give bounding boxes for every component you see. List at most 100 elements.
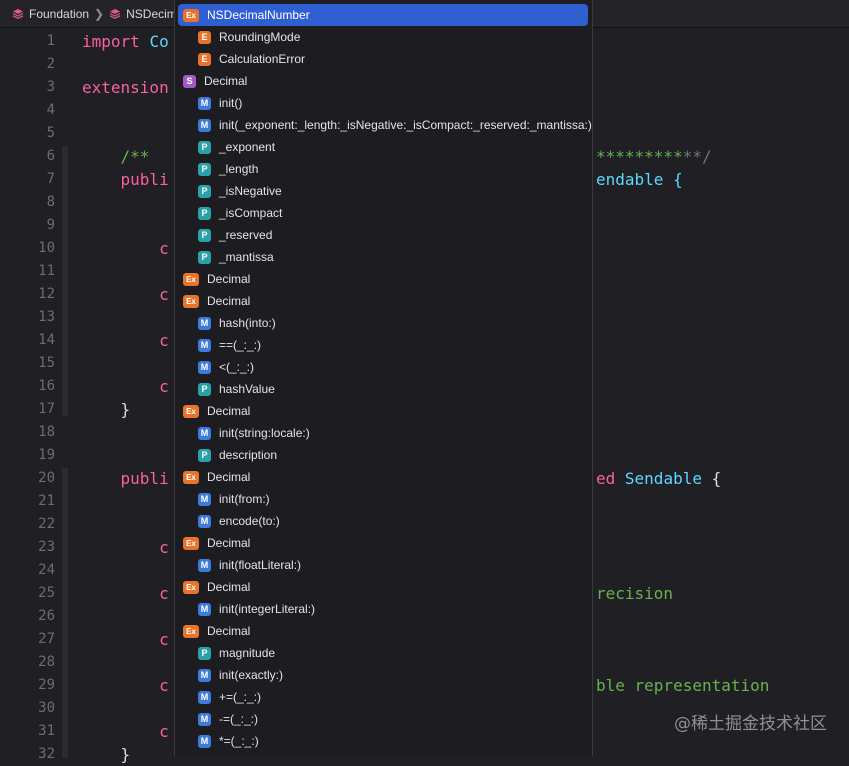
method-icon: M <box>198 668 211 682</box>
completion-label: init() <box>219 96 243 110</box>
line-number: 32 <box>38 746 55 762</box>
completion-item[interactable]: Minit(string:locale:) <box>178 422 588 444</box>
method-icon: M <box>198 338 211 352</box>
completion-item[interactable]: E RoundingMode <box>178 26 588 48</box>
completion-label: ==(_:_:) <box>219 338 262 352</box>
code-token: /** <box>82 147 150 166</box>
completion-item[interactable]: M <(_:_:) <box>178 356 588 378</box>
code-token: publi <box>82 170 169 189</box>
code-text: c <box>82 375 169 398</box>
completion-label: Decimal <box>207 470 251 484</box>
line-number: 27 <box>38 631 55 647</box>
completion-item[interactable]: Ex Decimal <box>178 620 588 642</box>
code-text: publi <box>82 168 169 191</box>
breadcrumb-item-foundation[interactable]: Foundation <box>12 7 89 21</box>
completion-item[interactable]: Minit(floatLiteral:) <box>178 554 588 576</box>
completion-label: description <box>219 448 278 462</box>
completion-label: _length <box>219 162 259 176</box>
completion-item[interactable]: Mhash(into:) <box>178 312 588 334</box>
code-text: c <box>82 582 169 605</box>
code-token: Sendable <box>624 469 702 488</box>
completion-item[interactable]: PhashValue <box>178 378 588 400</box>
extension-icon: Ex <box>183 470 199 484</box>
completion-item[interactable]: E CalculationError <box>178 48 588 70</box>
extension-icon: Ex <box>183 536 199 550</box>
line-number: 23 <box>38 539 55 555</box>
completion-label: +=(_:_:) <box>219 690 262 704</box>
code-text: c <box>82 283 169 306</box>
line-number: 17 <box>38 401 55 417</box>
completion-item[interactable]: Ex Decimal <box>178 268 588 290</box>
property-icon: P <box>198 382 211 396</box>
completion-item[interactable]: M *=(_:_:) <box>178 730 588 752</box>
completion-label: hash(into:) <box>219 316 276 330</box>
code-token: c <box>82 584 169 603</box>
method-icon: M <box>198 690 211 704</box>
code-token: c <box>82 285 169 304</box>
completion-item[interactable]: Ex Decimal <box>178 532 588 554</box>
code-token: { <box>701 469 722 488</box>
method-icon: M <box>198 96 211 110</box>
breadcrumb-item-file[interactable]: NSDecima <box>109 7 183 21</box>
code-text: c <box>82 329 169 352</box>
line-number: 24 <box>38 562 55 578</box>
code-token: **/ <box>682 147 712 166</box>
completion-item[interactable]: Pdescription <box>178 444 588 466</box>
line-number: 19 <box>38 447 55 463</box>
completion-item[interactable]: Minit(from:) <box>178 488 588 510</box>
completion-label: Decimal <box>207 536 251 550</box>
code-text: } <box>82 398 131 421</box>
completion-item[interactable]: P _length <box>178 158 588 180</box>
completion-item[interactable]: Ex Decimal <box>178 290 588 312</box>
line-number: 7 <box>46 171 55 187</box>
extension-icon: Ex <box>183 294 199 308</box>
completion-item[interactable]: Minit(exactly:) <box>178 664 588 686</box>
completion-item[interactable]: P _reserved <box>178 224 588 246</box>
code-token: c <box>82 630 169 649</box>
property-icon: P <box>198 646 211 660</box>
extension-icon: Ex <box>183 8 199 22</box>
completion-item[interactable]: S Decimal <box>178 70 588 92</box>
completion-item[interactable]: Minit() <box>178 92 588 114</box>
completion-item[interactable]: P _isCompact <box>178 202 588 224</box>
completion-item[interactable]: Pmagnitude <box>178 642 588 664</box>
completion-label: RoundingMode <box>219 30 301 44</box>
completion-item[interactable]: Ex NSDecimalNumber <box>178 4 588 26</box>
completion-item[interactable]: P _isNegative <box>178 180 588 202</box>
line-number: 3 <box>46 79 55 95</box>
completion-label: init(exactly:) <box>219 668 284 682</box>
completion-popup[interactable]: Ex NSDecimalNumber E RoundingMode E Calculati… <box>174 0 593 756</box>
completion-item[interactable]: Minit(_exponent:_length:_isNegative:_isC… <box>178 114 592 136</box>
method-icon: M <box>198 360 211 374</box>
line-number: 4 <box>46 102 55 118</box>
method-icon: M <box>198 514 211 528</box>
completion-item[interactable]: M -=(_:_:) <box>178 708 588 730</box>
completion-item[interactable]: Ex Decimal <box>178 576 588 598</box>
completion-label: Decimal <box>204 74 248 88</box>
code-token: } <box>82 400 131 419</box>
code-token: c <box>82 676 169 695</box>
code-fragment: ***********/ <box>596 145 712 168</box>
code-token: publi <box>82 469 169 488</box>
completion-label: -=(_:_:) <box>219 712 259 726</box>
completion-item[interactable]: Mencode(to:) <box>178 510 588 532</box>
code-text: c <box>82 720 169 743</box>
watermark: @稀土掘金技术社区 <box>674 714 827 734</box>
line-number: 22 <box>38 516 55 532</box>
method-icon: M <box>198 426 211 440</box>
completion-item[interactable]: P _exponent <box>178 136 588 158</box>
line-number: 25 <box>38 585 55 601</box>
completion-item[interactable]: Minit(integerLiteral:) <box>178 598 588 620</box>
completion-item[interactable]: Ex Decimal <box>178 466 588 488</box>
method-icon: M <box>198 118 211 132</box>
completion-item[interactable]: M +=(_:_:) <box>178 686 588 708</box>
line-number: 8 <box>46 194 55 210</box>
property-icon: P <box>198 162 211 176</box>
code-fragment: ble representation <box>596 674 769 697</box>
completion-item[interactable]: P _mantissa <box>178 246 588 268</box>
completion-item[interactable]: Ex Decimal <box>178 400 588 422</box>
code-text: c <box>82 628 169 651</box>
property-icon: P <box>198 250 211 264</box>
completion-item[interactable]: M ==(_:_:) <box>178 334 588 356</box>
completion-label: _exponent <box>219 140 276 154</box>
